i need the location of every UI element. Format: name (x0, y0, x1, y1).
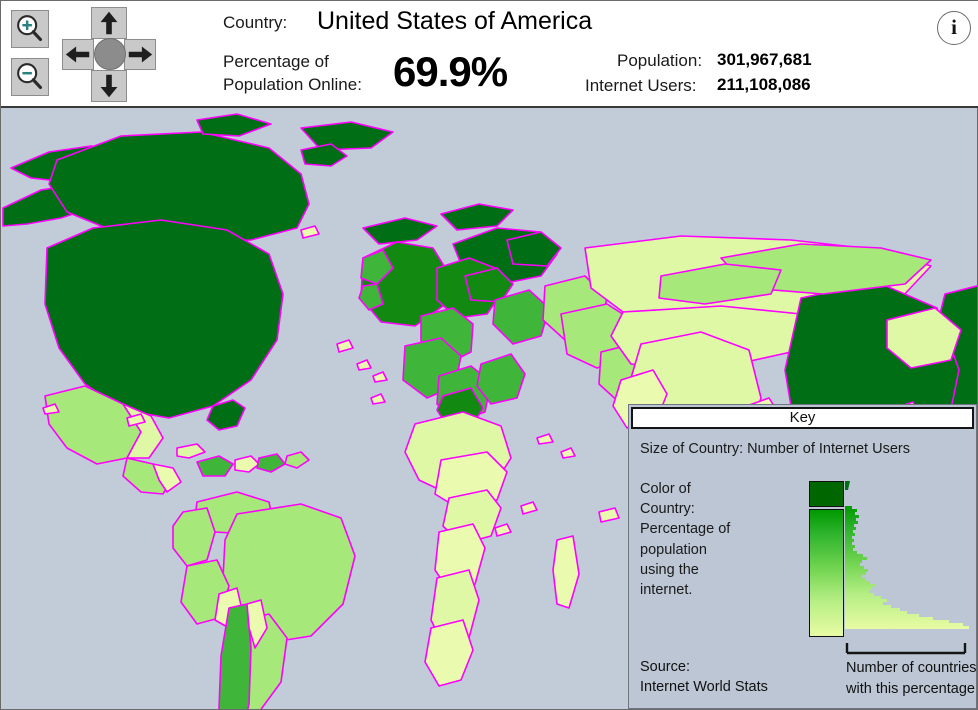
zoom-out-button[interactable] (11, 58, 49, 96)
key-panel-title: Key (631, 407, 974, 429)
color-ramp-max-swatch (809, 481, 844, 507)
source-value: Internet World Stats (640, 679, 768, 695)
percent-online-value: 69.9% (393, 48, 507, 96)
histogram-bracket (845, 642, 967, 656)
arrow-right-icon (125, 40, 155, 69)
internet-users-value: 211,108,086 (717, 75, 811, 95)
pan-left-button[interactable] (62, 39, 94, 70)
pan-reset-button[interactable] (94, 38, 126, 70)
histogram-caption-line1: Number of countries (846, 658, 978, 679)
arrow-up-icon (92, 8, 126, 38)
zoom-out-icon (12, 59, 48, 95)
percent-label-line1: Percentage of (223, 52, 329, 72)
internet-cartogram-app: Country: United States of America Percen… (0, 0, 978, 710)
zoom-in-icon (12, 11, 48, 47)
zoom-in-button[interactable] (11, 10, 49, 48)
histogram-caption: Number of countries with this percentage (846, 658, 978, 700)
percent-label-line2: Population Online: (223, 75, 362, 95)
population-value: 301,967,681 (717, 50, 812, 70)
internet-users-label: Internet Users: (585, 76, 697, 96)
population-label: Population: (617, 51, 702, 71)
histogram-chart (845, 481, 969, 637)
header-bar: Country: United States of America Percen… (1, 1, 978, 108)
pan-right-button[interactable] (124, 39, 156, 70)
key-color-description: Color of Country: Percentage of populati… (640, 479, 732, 600)
color-ramp-gradient (809, 509, 844, 637)
pan-down-button[interactable] (91, 70, 127, 102)
key-size-line: Size of Country: Number of Internet User… (640, 441, 910, 457)
info-glyph: i (938, 12, 970, 43)
country-value: United States of America (317, 7, 592, 36)
histogram-caption-line2: with this percentage (846, 679, 978, 700)
source-label: Source: (640, 659, 690, 675)
country-label: Country: (223, 13, 287, 33)
arrow-left-icon (63, 40, 93, 69)
arrow-down-icon (92, 71, 126, 101)
key-panel: Key Size of Country: Number of Internet … (628, 404, 977, 709)
pan-up-button[interactable] (91, 7, 127, 39)
info-icon[interactable]: i (937, 11, 971, 45)
